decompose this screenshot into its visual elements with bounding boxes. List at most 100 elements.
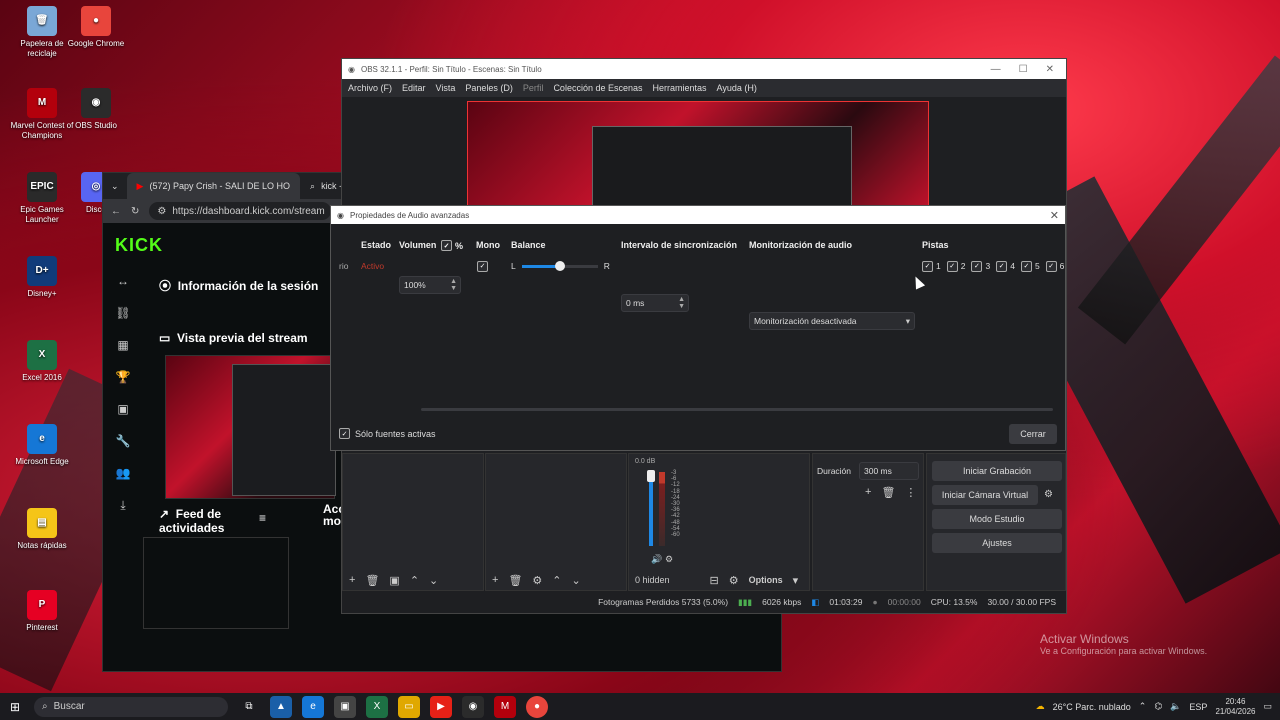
download-icon[interactable]: ⤓ (109, 489, 137, 521)
close-icon[interactable]: ✕ (1046, 64, 1054, 75)
volume-slider-handle[interactable] (647, 470, 655, 482)
chevron-down-icon[interactable]: ⌄ (429, 574, 438, 587)
menu-item[interactable]: Editar (402, 83, 426, 93)
more-icon[interactable]: ⋮ (905, 486, 916, 499)
reload-icon[interactable]: ↻ (131, 206, 139, 217)
balance-handle[interactable] (554, 260, 565, 271)
desktop-shortcut[interactable]: D+ Disney+ (10, 256, 74, 299)
settings-button[interactable]: Ajustes (932, 533, 1062, 553)
tab-list-icon[interactable]: ⌄ (103, 181, 127, 192)
menu-item[interactable]: Vista (436, 83, 456, 93)
trash-icon[interactable]: 🗑 (365, 574, 379, 587)
obs-taskbar-icon[interactable]: ◉ (462, 695, 484, 718)
menu-item[interactable]: Colección de Escenas (553, 83, 642, 93)
header-mono: Mono (476, 240, 500, 250)
address-bar[interactable]: ⚙ https://dashboard.kick.com/stream (149, 202, 331, 220)
file-explorer-icon[interactable]: ▭ (398, 695, 420, 718)
browser-tab-youtube[interactable]: ▶ (572) Papy Crish - SALI DE LO HO (126, 173, 301, 199)
desktop-shortcut[interactable]: X Excel 2016 (10, 340, 74, 383)
close-icon[interactable]: ✕ (1050, 209, 1065, 222)
only-active-checkbox[interactable]: ✓ (339, 428, 350, 439)
back-icon[interactable]: ← (111, 206, 121, 217)
maximize-icon[interactable]: ☐ (1019, 64, 1028, 75)
gear-icon[interactable]: ⚙ (532, 574, 542, 587)
marvel-taskbar-icon[interactable]: M (494, 695, 516, 718)
options-button[interactable]: Options (749, 575, 783, 585)
desktop-shortcut[interactable]: ◉ OBS Studio (64, 88, 128, 131)
sync-offset-spinbox[interactable]: 0 ms ▲ ▼ (621, 294, 689, 312)
track-checkbox[interactable]: ✓ (996, 260, 1008, 272)
monitoring-select[interactable]: Monitorización desactivada ▾ (749, 312, 915, 330)
task-view-icon[interactable]: ⧉ (238, 696, 260, 718)
language-indicator[interactable]: ESP (1189, 702, 1207, 712)
minimize-icon[interactable]: — (991, 64, 1001, 75)
desktop-shortcut[interactable]: e Microsoft Edge (10, 424, 74, 467)
chevron-up-icon[interactable]: ⌃ (1139, 701, 1147, 712)
gear-icon[interactable]: ⚙ (665, 554, 673, 565)
track-checkbox[interactable]: ✓ (946, 260, 958, 272)
kick-logo[interactable]: KICK (115, 235, 163, 256)
trash-icon[interactable]: 🗑 (508, 574, 522, 587)
arrows-icon[interactable]: ↔ (109, 265, 137, 297)
dashboard-icon[interactable]: ▦ (109, 329, 137, 361)
add-icon[interactable]: + (492, 574, 498, 586)
clock[interactable]: 20:46 21/04/2026 (1215, 697, 1255, 717)
users-icon[interactable]: 👥 (109, 457, 137, 489)
gear-icon[interactable]: ⚙ (1044, 489, 1053, 500)
stream-preview-panel: ▭ Vista previa del stream (159, 331, 308, 345)
trophy-icon[interactable]: 🏆 (109, 361, 137, 393)
mono-checkbox[interactable]: ✓ (477, 260, 488, 272)
weather-text[interactable]: 26°C Parc. nublado (1053, 702, 1131, 712)
studio-mode-button[interactable]: Modo Estudio (932, 509, 1062, 529)
desktop-shortcut[interactable]: P Pinterest (10, 590, 74, 633)
notification-icon[interactable]: ▭ (1263, 701, 1272, 712)
close-button[interactable]: Cerrar (1009, 424, 1057, 444)
excel-taskbar-icon[interactable]: X (366, 695, 388, 718)
filter-icon[interactable]: ≡ (259, 511, 266, 525)
taskbar-app-icon[interactable]: ▲ (270, 695, 292, 718)
network-icon[interactable]: ⌬ (1154, 701, 1162, 712)
menu-item[interactable]: Ayuda (H) (717, 83, 757, 93)
link-icon[interactable]: ⛓ (109, 297, 137, 329)
start-recording-button[interactable]: Iniciar Grabación (932, 461, 1062, 481)
track-checkbox[interactable]: ✓ (1020, 260, 1032, 272)
volume-spinbox[interactable]: 100% ▲ ▼ (399, 276, 461, 294)
chevron-up-icon[interactable]: ⌃ (552, 574, 561, 587)
cpu-usage: CPU: 13.5% (930, 597, 978, 607)
obs-preview-canvas[interactable] (467, 101, 929, 214)
mute-icon[interactable]: 🔊 (651, 554, 662, 565)
duration-spinbox[interactable]: 300 ms (859, 462, 919, 480)
windows-start-icon[interactable]: ⊞ (10, 700, 20, 714)
speaker-icon[interactable]: 🔈 (1170, 701, 1181, 712)
chevron-up-icon[interactable]: ⌃ (410, 574, 419, 587)
start-virtual-camera-button[interactable]: Iniciar Cámara Virtual (932, 485, 1038, 505)
menu-item[interactable]: Paneles (D) (465, 83, 513, 93)
desktop-shortcut[interactable]: ● Google Chrome (64, 6, 128, 49)
menu-item[interactable]: Archivo (F) (348, 83, 392, 93)
taskbar-search[interactable]: ⌕ Buscar (34, 696, 228, 717)
percent-checkbox[interactable]: ✓ (441, 240, 452, 251)
track-checkbox[interactable]: ✓ (1045, 260, 1057, 272)
horizontal-scrollbar[interactable] (421, 408, 1053, 411)
store-taskbar-icon[interactable]: ▣ (334, 695, 356, 718)
stream-time: 01:03:29 (829, 597, 863, 607)
trash-icon[interactable]: 🗑 (881, 486, 895, 499)
track-checkbox[interactable]: ✓ (971, 260, 983, 272)
chevron-down-icon[interactable]: ⌄ (572, 574, 581, 587)
advanced-audio-icon[interactable]: ⚙ (729, 574, 739, 587)
add-icon[interactable]: + (865, 486, 871, 499)
chrome-taskbar-icon[interactable]: ● (526, 695, 548, 718)
youtube-taskbar-icon[interactable]: ▶ (430, 695, 452, 718)
menu-item[interactable]: Herramientas (653, 83, 707, 93)
filter-icon[interactable]: ▣ (389, 574, 399, 587)
desktop-shortcut[interactable]: ▤ Notas rápidas (10, 508, 74, 551)
edge-taskbar-icon[interactable]: e (302, 695, 324, 718)
video-icon[interactable]: ▣ (109, 393, 137, 425)
balance-slider[interactable] (521, 260, 598, 271)
track-checkbox[interactable]: ✓ (922, 260, 933, 272)
layout-icon[interactable]: ⊟ (710, 574, 719, 587)
add-icon[interactable]: + (349, 574, 355, 586)
menu-item[interactable]: Perfil (523, 83, 544, 93)
signal-icon: ▮▮▮ (738, 596, 753, 607)
wrench-icon[interactable]: 🔧 (109, 425, 137, 457)
